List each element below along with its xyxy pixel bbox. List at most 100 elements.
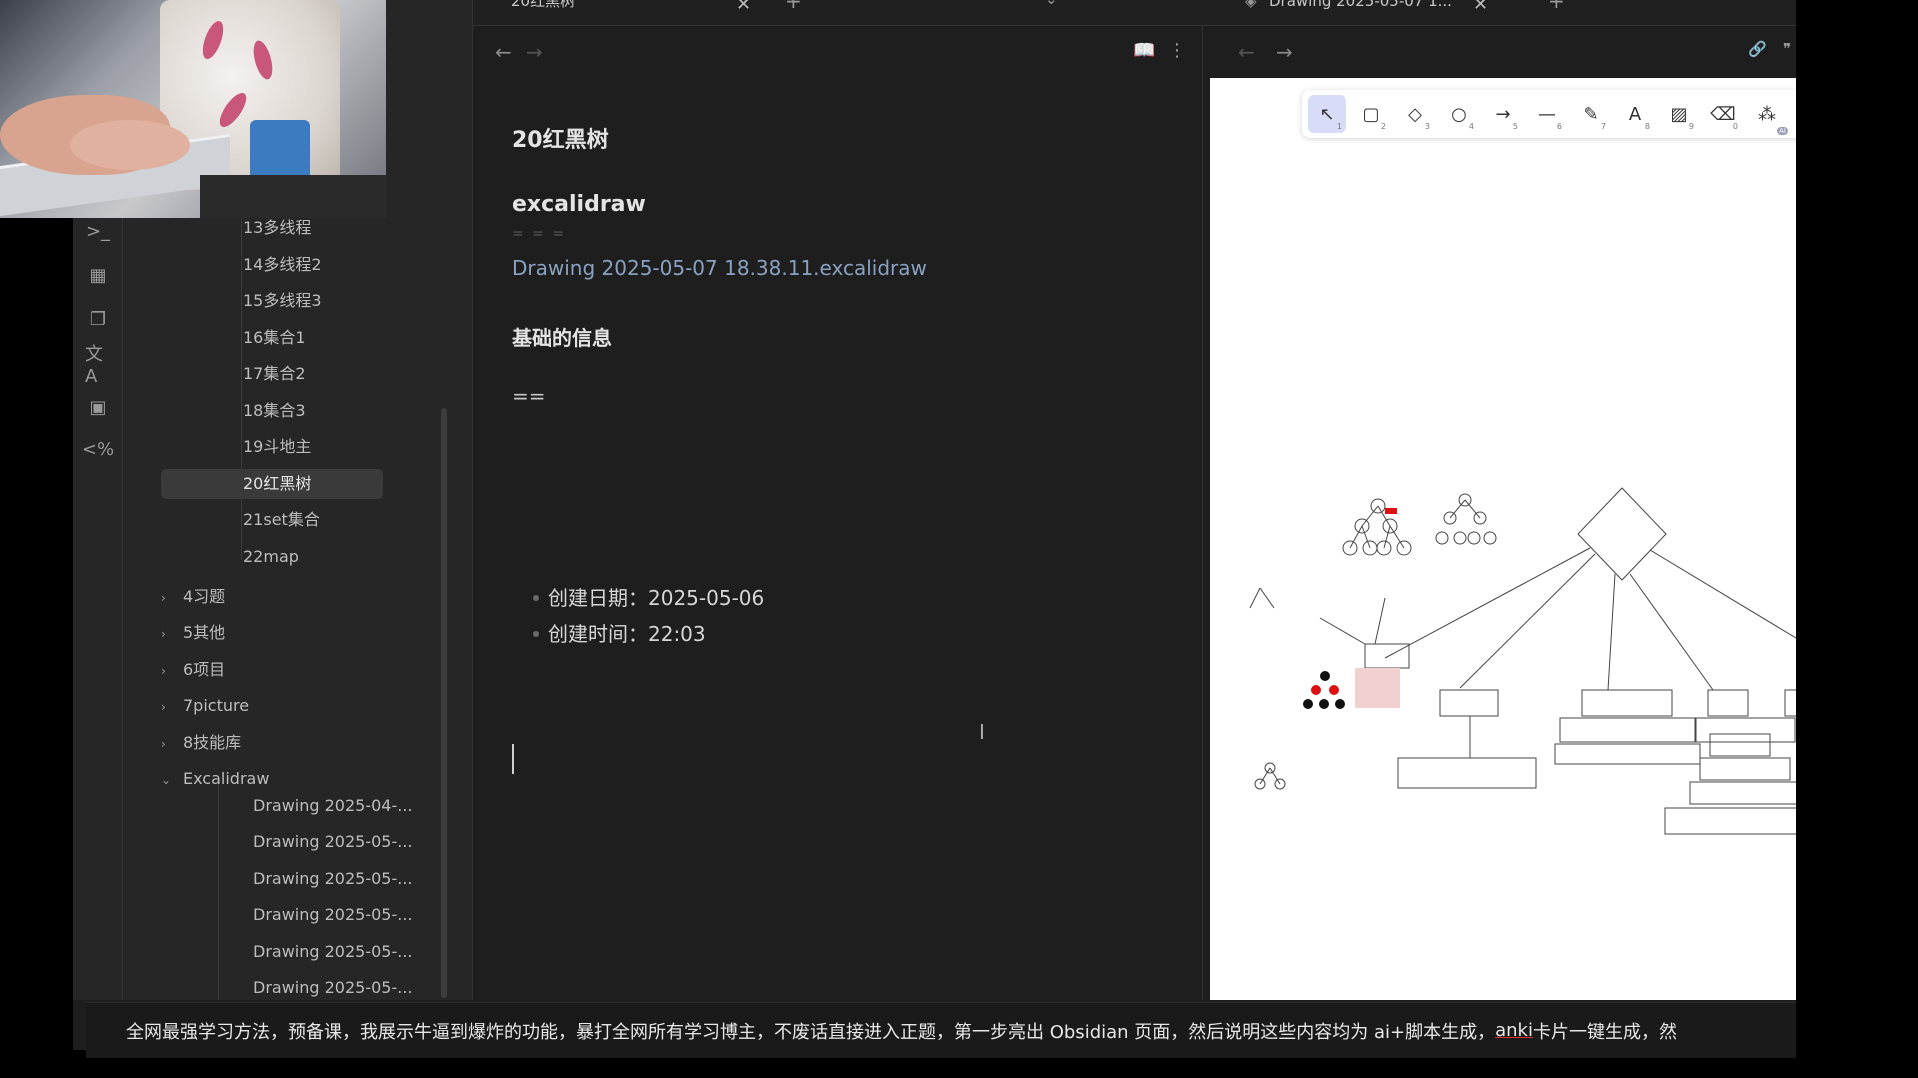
folder-label: 6项目: [183, 659, 226, 679]
file-item[interactable]: 17集合2: [161, 359, 383, 389]
tree-edge: [1259, 767, 1271, 785]
file-item[interactable]: 16集合1: [161, 323, 383, 353]
calendar-icon[interactable]: ▦: [85, 262, 111, 288]
mouse-ibeam-cursor: I: [979, 720, 985, 744]
chevron-down-icon[interactable]: ⌄: [161, 765, 177, 795]
box-shape: [1709, 733, 1771, 757]
link-icon[interactable]: 🔗: [1748, 40, 1767, 58]
tree-edge: [1383, 525, 1391, 549]
tab-bar: 20红黑树 ✕ + ⌄ ◈ Drawing 2025-05-07 1... ✕ …: [473, 0, 1796, 26]
file-item[interactable]: Drawing 2025-05-...: [253, 900, 413, 930]
folder-item[interactable]: › 5其他: [161, 618, 225, 648]
box-shape: [1689, 781, 1796, 805]
folder-item[interactable]: › 4习题: [161, 582, 225, 612]
box-shape: [1364, 643, 1410, 669]
bullet-dot: [533, 594, 539, 601]
quote-icon[interactable]: ❞: [1783, 40, 1791, 58]
arrow: [1384, 547, 1591, 659]
box-shape: [1784, 689, 1796, 717]
tree-guide: [218, 780, 219, 1000]
file-item[interactable]: Drawing 2025-04-...: [253, 791, 413, 821]
forward-arrow-icon[interactable]: →: [526, 40, 543, 64]
webcam-hand: [70, 120, 190, 170]
list-item-text: 创建日期：2025-05-06: [548, 586, 765, 610]
note-title: 20红黑树: [512, 128, 609, 153]
excalidraw-pane: ← → 🔗 ❞ ↖ 1 ▢ 2 ◇ 3 ○ 4 → 5—6 ✎ 7 A 8 ▨ 9 ⌫ 0 ⁂ AI: [1203, 26, 1796, 1000]
folder-item[interactable]: › 7picture: [161, 691, 249, 721]
close-icon[interactable]: ✕: [736, 0, 751, 14]
tab-menu-chevron-icon[interactable]: ⌄: [1045, 0, 1058, 18]
template-icon[interactable]: ▣: [85, 394, 111, 420]
templater-icon[interactable]: <%: [82, 436, 114, 462]
box-shape: [1439, 689, 1499, 717]
arrow: [1629, 573, 1714, 691]
file-item[interactable]: 20红黑树: [161, 468, 383, 499]
tree-node: [1467, 531, 1481, 545]
new-tab-button[interactable]: +: [1548, 0, 1565, 20]
folder-label: Excalidraw: [183, 769, 270, 788]
tree-edge: [1361, 525, 1371, 549]
file-item[interactable]: 19斗地主: [161, 432, 383, 462]
black-node: [1335, 699, 1345, 709]
heading-basic-info: 基础的信息: [512, 326, 612, 350]
box-shape: [1699, 757, 1791, 781]
chevron-right-icon[interactable]: ›: [161, 729, 177, 759]
forward-arrow-icon[interactable]: →: [1276, 40, 1293, 64]
file-item[interactable]: 15多线程3: [161, 286, 383, 316]
back-arrow-icon[interactable]: ←: [495, 40, 512, 64]
bullet-dot: [533, 630, 539, 637]
box-shape: [1554, 743, 1701, 765]
tree-edge: [1269, 767, 1281, 785]
separator-text: = = =: [512, 226, 567, 242]
tree-edge: [1449, 499, 1466, 519]
file-item[interactable]: Drawing 2025-05-...: [253, 937, 413, 967]
markdown-editor-pane: ← → 📖 ⋮ 20红黑树 excalidraw = = = Drawing 2…: [473, 26, 1203, 1000]
chevron-right-icon[interactable]: ›: [161, 619, 177, 649]
drawing-link[interactable]: Drawing 2025-05-07 18.38.11.excalidraw: [512, 256, 927, 280]
back-arrow-icon[interactable]: ←: [1238, 40, 1255, 64]
webcam-table: [200, 175, 386, 218]
terminal-icon[interactable]: >_: [85, 218, 111, 244]
tree-edge: [1389, 525, 1405, 549]
black-node: [1303, 699, 1313, 709]
folder-item[interactable]: ⌄ Excalidraw: [161, 764, 269, 794]
webcam-overlay: [0, 0, 386, 218]
list-item-text: 创建时间：22:03: [548, 622, 706, 646]
tab-title: Drawing 2025-05-07 1...: [1269, 0, 1452, 10]
file-item[interactable]: Drawing 2025-05-...: [253, 864, 413, 894]
reading-view-icon[interactable]: 📖: [1133, 40, 1155, 61]
tab-title: 20红黑树: [511, 0, 576, 10]
tree-edge: [1361, 505, 1379, 527]
heading-excalidraw: excalidraw: [512, 192, 646, 217]
close-icon[interactable]: ✕: [1473, 0, 1488, 14]
chevron-right-icon[interactable]: ›: [161, 656, 177, 686]
list-item: 创建日期：2025-05-06: [533, 582, 764, 611]
explorer-scrollbar[interactable]: [441, 408, 447, 998]
tree-node: [1435, 531, 1449, 545]
file-item[interactable]: 21set集合: [161, 505, 383, 535]
translate-icon[interactable]: 文A: [85, 344, 111, 387]
tree-edge: [1249, 587, 1261, 609]
tree-node: [1453, 531, 1467, 545]
more-options-icon[interactable]: ⋮: [1168, 40, 1186, 61]
file-item[interactable]: Drawing 2025-05-...: [253, 827, 413, 857]
red-node: [1329, 685, 1339, 695]
chevron-right-icon[interactable]: ›: [161, 692, 177, 722]
folder-label: 5其他: [183, 623, 226, 643]
file-item[interactable]: 22map: [161, 542, 383, 572]
box-shape: [1581, 689, 1673, 717]
arrow: [1649, 549, 1796, 639]
diamond-shape: [1577, 487, 1667, 581]
copy-icon[interactable]: ❐: [85, 306, 111, 332]
excalidraw-canvas[interactable]: ↖ 1 ▢ 2 ◇ 3 ○ 4 → 5—6 ✎ 7 A 8 ▨ 9 ⌫ 0 ⁂ AI: [1210, 78, 1796, 1000]
tab-20-red-black-tree[interactable]: 20红黑树 ✕: [511, 0, 771, 26]
new-tab-button[interactable]: +: [785, 0, 802, 20]
folder-item[interactable]: › 8技能库: [161, 728, 241, 758]
file-item[interactable]: 18集合3: [161, 396, 383, 426]
file-item[interactable]: 14多线程2: [161, 250, 383, 280]
chevron-right-icon[interactable]: ›: [161, 583, 177, 613]
file-item[interactable]: Drawing 2025-05-...: [253, 973, 413, 1003]
folder-item[interactable]: › 6项目: [161, 655, 225, 685]
box-shape: [1559, 717, 1697, 743]
tab-drawing[interactable]: ◈ Drawing 2025-05-07 1... ✕: [1245, 0, 1505, 26]
